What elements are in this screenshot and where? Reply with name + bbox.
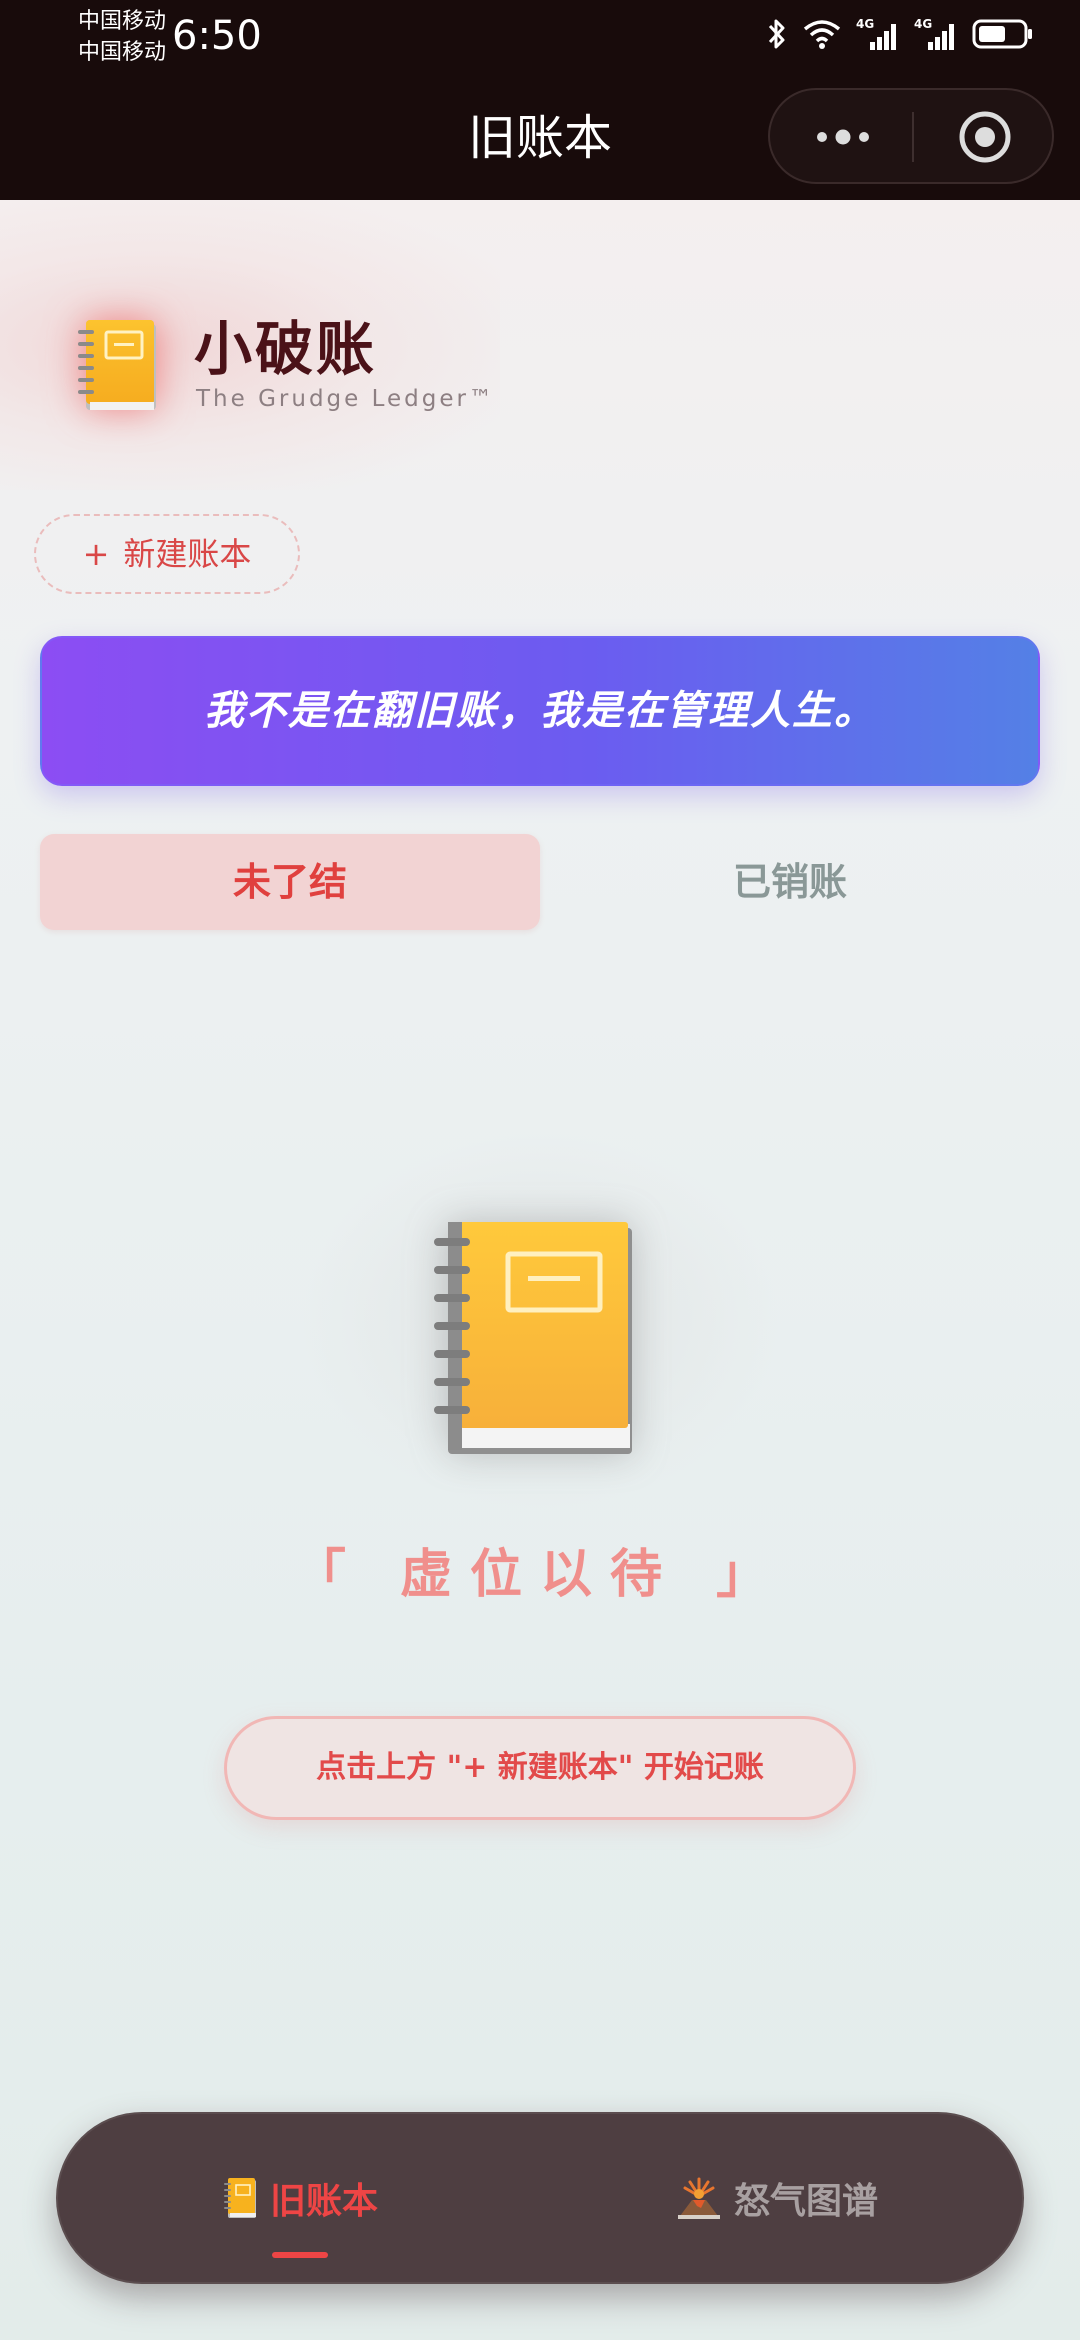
capsule-divider (912, 112, 914, 162)
battery-icon (972, 19, 1032, 49)
miniprogram-capsule (768, 88, 1054, 184)
volcano-icon (678, 2177, 720, 2219)
carrier-2: 中国移动 (78, 40, 167, 65)
bottom-tab-ledger-label: 旧账本 (270, 2181, 379, 2222)
empty-state-caption: 「 虚位以待 」 (293, 1545, 787, 1605)
status-icons: 4G 4G (766, 14, 1034, 54)
signal-4g-icon: 4G (856, 17, 896, 50)
wifi-icon (803, 20, 841, 49)
status-time: 6:50 (172, 13, 262, 59)
motto-banner: 我不是在翻旧账，我是在管理人生。 (40, 636, 1040, 786)
plus-icon: + (82, 535, 110, 573)
active-tab-indicator (272, 2252, 328, 2258)
carrier-info: 中国移动 中国移动 (78, 6, 166, 68)
network-2-label: 4G (914, 17, 932, 31)
empty-state-hint-text: 点击上方 "+ 新建账本" 开始记账 (316, 1750, 764, 1785)
empty-state-hint-button[interactable]: 点击上方 "+ 新建账本" 开始记账 (224, 1716, 856, 1820)
notebook-icon (224, 2178, 256, 2218)
empty-notebook-icon (434, 1222, 632, 1454)
tab-settled[interactable]: 已销账 (540, 834, 1040, 930)
tab-settled-label: 已销账 (732, 860, 847, 904)
new-ledger-label: 新建账本 (123, 535, 252, 573)
bottom-tab-anger-map[interactable]: 怒气图谱 (676, 2114, 878, 2282)
app-tagline: The Grudge Ledger™ (196, 386, 495, 412)
app-name: 小破账 (194, 315, 378, 383)
tab-unsettled[interactable]: 未了结 (40, 834, 540, 930)
network-1-label: 4G (856, 17, 874, 31)
close-target-icon[interactable] (956, 108, 1014, 166)
bluetooth-icon (768, 19, 785, 49)
bottom-tab-anger-label: 怒气图谱 (734, 2181, 879, 2222)
tab-unsettled-label: 未了结 (232, 860, 347, 904)
more-icon[interactable] (808, 118, 878, 156)
notebook-icon (78, 320, 156, 410)
new-ledger-button[interactable]: + 新建账本 (34, 514, 300, 594)
carrier-1: 中国移动 (78, 9, 167, 34)
motto-text: 我不是在翻旧账，我是在管理人生。 (204, 688, 876, 734)
signal-4g-icon: 4G (914, 17, 954, 50)
bottom-tab-bar: 旧账本 怒气图谱 (56, 2112, 1024, 2284)
top-bar: 中国移动 中国移动 6:50 4G 4G 旧账本 (0, 0, 1080, 200)
